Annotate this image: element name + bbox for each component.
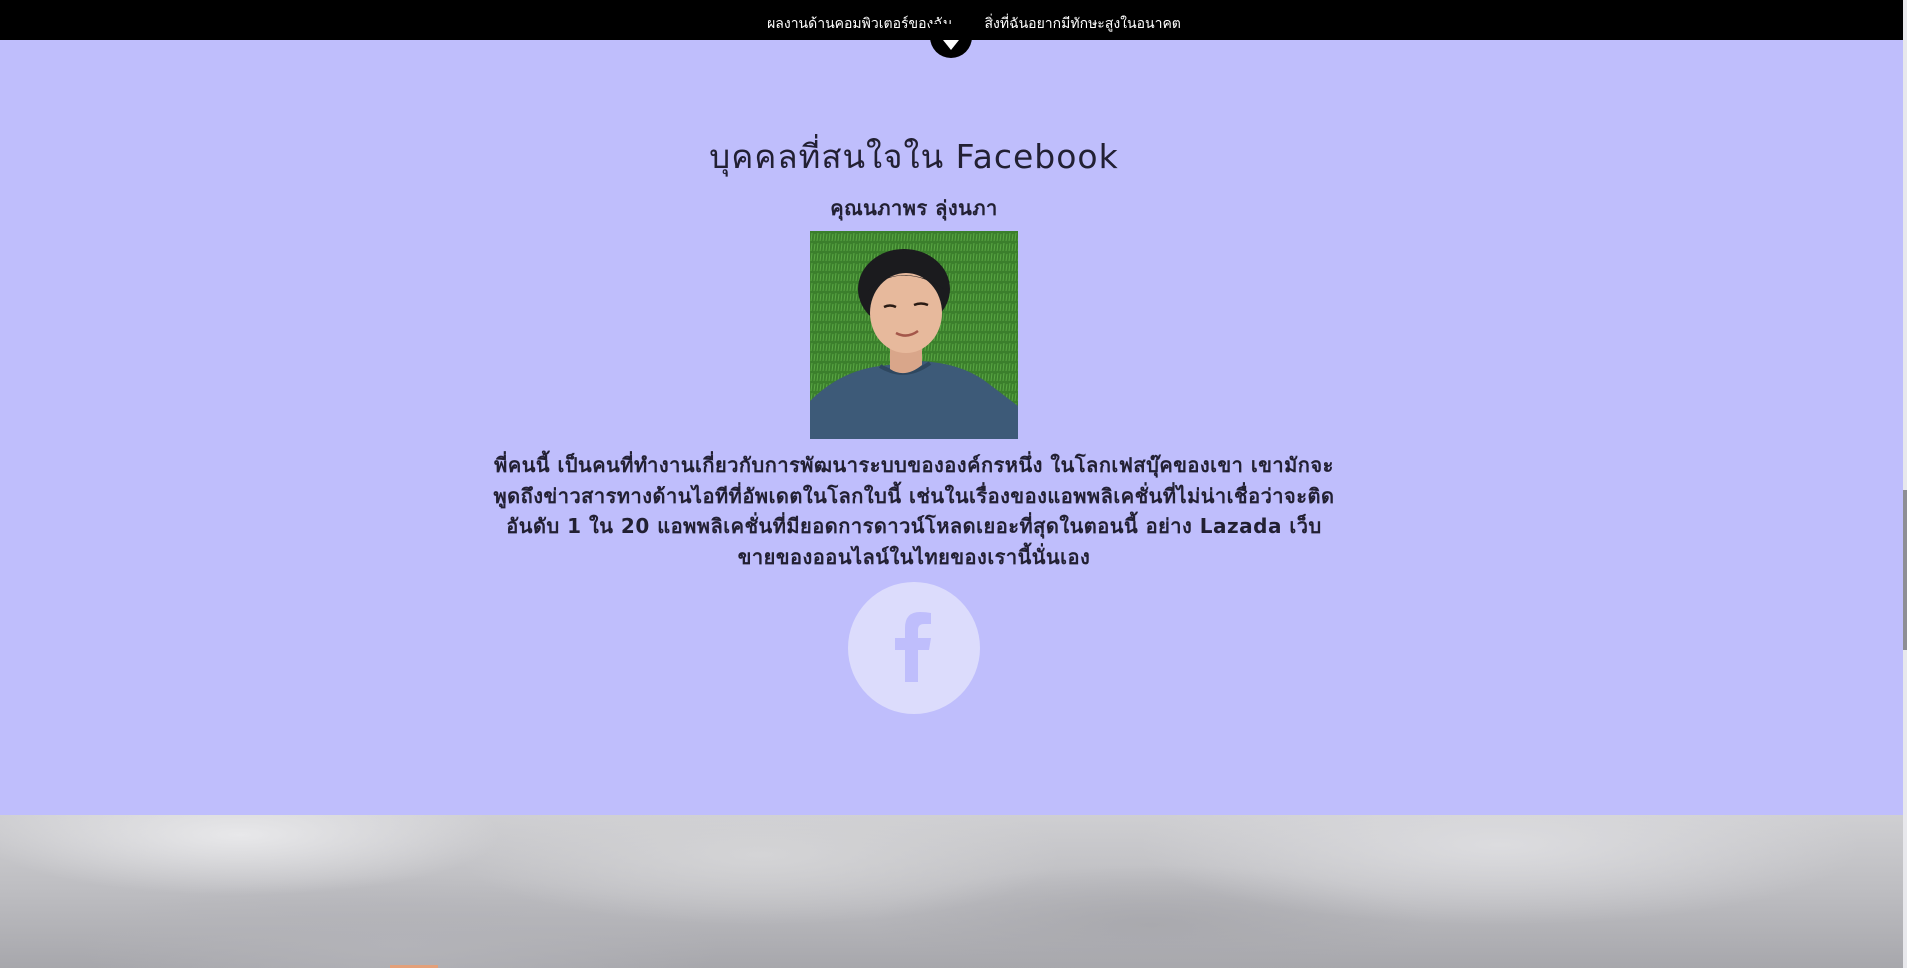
caret-down-icon [943, 40, 959, 50]
nav-item-future-skills[interactable]: สิ่งที่ฉันอยากมีทักษะสูงในอนาคต [984, 13, 1180, 35]
nav-item-computer-works[interactable]: ผลงานด้านคอมพิวเตอร์ของฉัน [767, 13, 952, 35]
facebook-link-button[interactable] [848, 582, 980, 714]
scrollbar-thumb[interactable] [1903, 490, 1907, 650]
section-title: บุคคลที่สนใจใน Facebook [709, 137, 1119, 176]
interesting-person-section: บุคคลที่สนใจใน Facebook คุณนภาพร ลุ่งนภา [0, 40, 1903, 815]
person-photo-illustration [810, 231, 1018, 439]
person-name: คุณนภาพร ลุ่งนภา [830, 196, 998, 220]
facebook-icon [895, 612, 931, 682]
person-description: พี่คนนี้ เป็นคนที่ทำงานเกี่ยวกับการพัฒนา… [493, 453, 1335, 569]
cloudy-sky-banner [0, 815, 1903, 968]
scrollbar-track[interactable] [1903, 0, 1907, 968]
profile-photo [810, 231, 1018, 439]
